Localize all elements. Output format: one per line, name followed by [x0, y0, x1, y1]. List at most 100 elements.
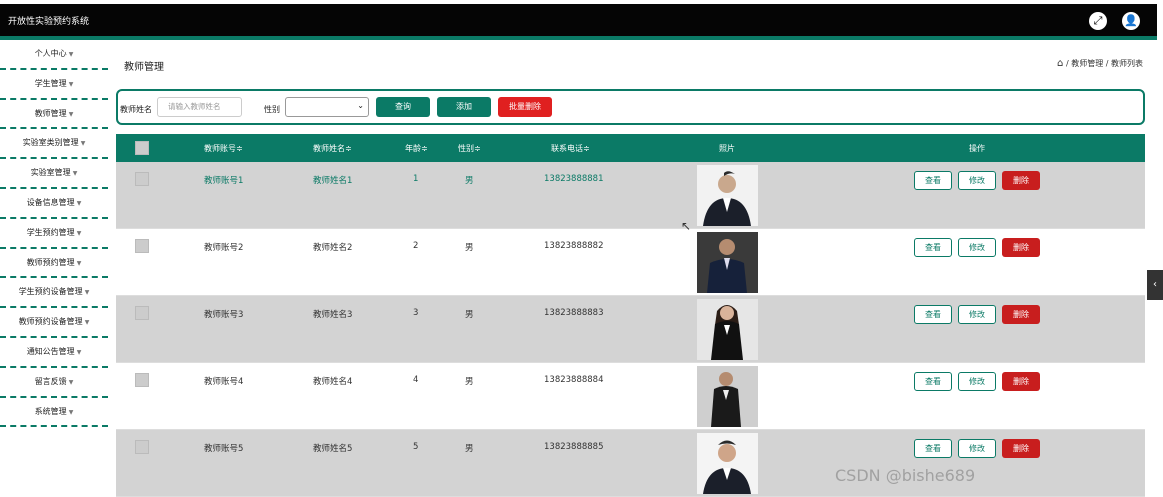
teacher-name-input[interactable]: 请输入教师姓名 — [157, 97, 242, 117]
edit-button[interactable]: 修改 — [958, 372, 996, 391]
cell-name: 教师姓名2 — [313, 243, 353, 253]
sidebar-item-student-equipment-reservations[interactable]: 学生预约设备管理 ▼ — [0, 278, 108, 309]
edit-button[interactable]: 修改 — [958, 238, 996, 257]
cell-account: 教师账号1 — [204, 176, 244, 186]
sidebar-item-student-reservations[interactable]: 学生预约管理 ▼ — [0, 219, 108, 249]
search-bar: 教师姓名 请输入教师姓名 性别 ⌄ 查询 添加 批量删除 — [116, 89, 1145, 125]
gender-select[interactable]: ⌄ — [285, 97, 369, 117]
sidebar-item-notices[interactable]: 通知公告管理 ▼ — [0, 338, 108, 368]
sidebar-item-label: 设备信息管理 — [26, 197, 75, 207]
teacher-table: 教师账号≑ 教师姓名≑ 年龄≑ 性别≑ 联系电话≑ 照片 操作 教师账号1 教师… — [116, 134, 1145, 497]
sidebar-item-teacher-equipment-reservations[interactable]: 教师预约设备管理 ▼ — [0, 308, 108, 338]
user-icon[interactable]: 👤 — [1122, 12, 1140, 30]
select-all-checkbox[interactable] — [135, 141, 149, 155]
chevron-down-icon: ▼ — [84, 319, 90, 327]
cell-gender: 男 — [465, 243, 474, 253]
teacher-photo — [697, 165, 758, 226]
cell-age: 1 — [413, 174, 419, 184]
chevron-down-icon: ▼ — [72, 170, 78, 178]
cell-name: 教师姓名4 — [313, 377, 353, 387]
sidebar-item-students[interactable]: 学生管理 ▼ — [0, 70, 108, 100]
teacher-photo — [697, 366, 758, 427]
table-row: 教师账号3 教师姓名3 3 男 13823888883 查看 修改 删除 — [116, 296, 1145, 363]
view-button[interactable]: 查看 — [914, 439, 952, 458]
delete-button[interactable]: 删除 — [1002, 372, 1040, 391]
view-button[interactable]: 查看 — [914, 372, 952, 391]
sidebar-item-feedback[interactable]: 留言反馈 ▼ — [0, 368, 108, 398]
header-name[interactable]: 教师姓名≑ — [313, 143, 352, 154]
watermark: CSDN @bishe689 — [835, 466, 976, 485]
cell-phone: 13823888883 — [544, 308, 604, 318]
chevron-down-icon: ▼ — [76, 348, 82, 356]
sidebar-item-lab-categories[interactable]: 实验室类别管理 ▼ — [0, 129, 108, 160]
sidebar-item-label: 实验室管理 — [30, 168, 71, 178]
chevron-down-icon: ▼ — [68, 378, 74, 386]
sidebar-item-system[interactable]: 系统管理 ▼ — [0, 398, 108, 428]
chevron-down-icon: ▼ — [76, 229, 82, 237]
sidebar-item-label: 留言反馈 — [34, 376, 67, 386]
breadcrumb-item: 教师列表 — [1111, 59, 1143, 68]
batch-delete-button[interactable]: 批量删除 — [498, 97, 552, 117]
chevron-down-icon: ▼ — [84, 289, 90, 297]
top-bar: 开放性实验预约系统 ⤢ 👤 — [0, 4, 1157, 36]
delete-button[interactable]: 删除 — [1002, 238, 1040, 257]
fullscreen-icon[interactable]: ⤢ — [1089, 12, 1107, 30]
chevron-down-icon: ▼ — [76, 259, 82, 267]
sidebar-item-label: 个人中心 — [34, 49, 67, 58]
breadcrumb-item[interactable]: 教师管理 — [1071, 59, 1103, 68]
chevron-down-icon: ▼ — [76, 199, 82, 207]
mouse-cursor-icon: ↖ — [681, 219, 692, 233]
row-checkbox[interactable] — [135, 440, 149, 454]
gender-label: 性别 — [264, 105, 280, 114]
breadcrumb-separator: / — [1105, 59, 1109, 68]
sidebar-item-label: 教师管理 — [34, 108, 67, 118]
cell-age: 3 — [413, 308, 419, 318]
sidebar-item-labs[interactable]: 实验室管理 ▼ — [0, 159, 108, 189]
row-checkbox[interactable] — [135, 239, 149, 253]
main-content: 教师管理 ⌂ / 教师管理 / 教师列表 教师姓名 请输入教师姓名 性别 ⌄ 查… — [108, 40, 1157, 497]
home-icon[interactable]: ⌂ — [1057, 58, 1063, 69]
cell-name: 教师姓名1 — [313, 176, 353, 186]
row-checkbox[interactable] — [135, 306, 149, 320]
header-age[interactable]: 年龄≑ — [405, 143, 428, 154]
edit-button[interactable]: 修改 — [958, 439, 996, 458]
cell-phone: 13823888882 — [544, 241, 604, 251]
cell-phone: 13823888885 — [544, 442, 604, 452]
table-row: 教师账号2 教师姓名2 2 男 13823888882 查看 修改 删除 — [116, 229, 1145, 296]
collapse-panel-button[interactable]: ‹ — [1147, 270, 1163, 300]
teacher-name-label: 教师姓名 — [120, 105, 152, 114]
cell-name: 教师姓名5 — [313, 444, 353, 454]
table-row: 教师账号5 教师姓名5 5 男 13823888885 查看 修改 删除 — [116, 430, 1145, 497]
cell-gender: 男 — [465, 377, 474, 387]
delete-button[interactable]: 删除 — [1002, 439, 1040, 458]
sidebar-item-label: 实验室类别管理 — [22, 138, 79, 148]
header-account[interactable]: 教师账号≑ — [204, 143, 243, 154]
row-checkbox[interactable] — [135, 172, 149, 186]
header-photo: 照片 — [719, 144, 735, 153]
cell-phone: 13823888881 — [544, 174, 604, 184]
query-button[interactable]: 查询 — [376, 97, 430, 117]
edit-button[interactable]: 修改 — [958, 171, 996, 190]
add-button[interactable]: 添加 — [437, 97, 491, 117]
edit-button[interactable]: 修改 — [958, 305, 996, 324]
cell-phone: 13823888884 — [544, 375, 604, 385]
chevron-down-icon: ▼ — [80, 140, 86, 148]
delete-button[interactable]: 删除 — [1002, 305, 1040, 324]
row-checkbox[interactable] — [135, 373, 149, 387]
view-button[interactable]: 查看 — [914, 171, 952, 190]
cell-age: 5 — [413, 442, 419, 452]
sidebar-item-personal-center[interactable]: 个人中心 ▼ — [0, 40, 108, 70]
cell-name: 教师姓名3 — [313, 310, 353, 320]
sidebar-item-equipment[interactable]: 设备信息管理 ▼ — [0, 189, 108, 219]
view-button[interactable]: 查看 — [914, 238, 952, 257]
chevron-down-icon: ▼ — [68, 80, 74, 88]
sidebar-item-teacher-reservations[interactable]: 教师预约管理 ▼ — [0, 249, 108, 279]
delete-button[interactable]: 删除 — [1002, 171, 1040, 190]
header-phone[interactable]: 联系电话≑ — [551, 143, 590, 154]
breadcrumb-separator: / — [1065, 59, 1069, 68]
chevron-down-icon: ▼ — [68, 110, 74, 118]
sidebar-item-teachers[interactable]: 教师管理 ▼ — [0, 100, 108, 130]
table-header: 教师账号≑ 教师姓名≑ 年龄≑ 性别≑ 联系电话≑ 照片 操作 — [116, 134, 1145, 162]
view-button[interactable]: 查看 — [914, 305, 952, 324]
header-gender[interactable]: 性别≑ — [458, 143, 481, 154]
